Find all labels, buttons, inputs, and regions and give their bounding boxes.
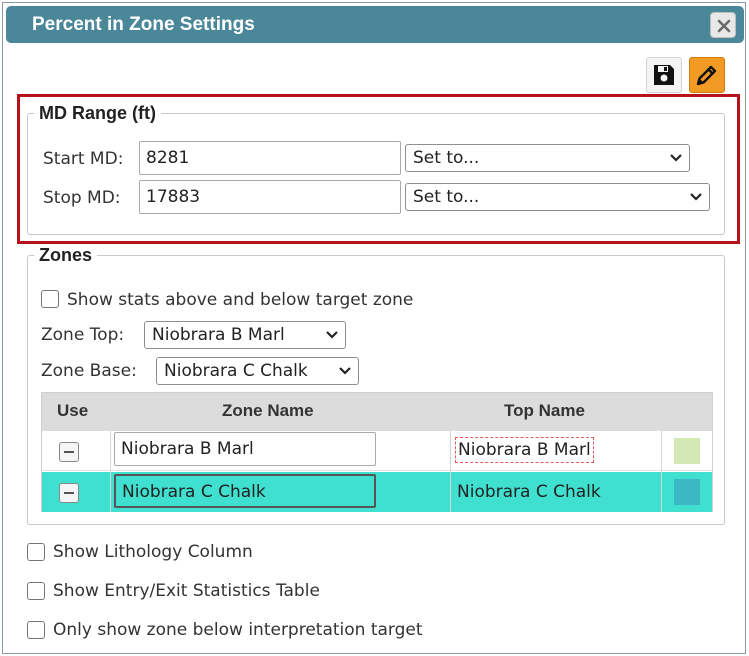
start-md-select-value: Set to...	[413, 148, 480, 168]
chevron-down-icon	[670, 154, 682, 162]
dialog-title: Percent in Zone Settings	[32, 14, 255, 35]
close-button[interactable]	[710, 12, 736, 38]
start-md-input[interactable]: 8281	[139, 141, 401, 175]
zone-base-select[interactable]: Niobrara C Chalk	[156, 357, 359, 385]
md-range-legend: MD Range (ft)	[39, 103, 156, 123]
remove-zone-button[interactable]	[59, 483, 79, 503]
zone-name-input[interactable]: Niobrara B Marl	[114, 432, 376, 466]
show-entry-exit-checkbox[interactable]	[27, 582, 45, 600]
header-zone-name: Zone Name	[222, 401, 314, 420]
chevron-down-icon	[690, 193, 702, 201]
show-lithology-checkbox[interactable]	[27, 543, 45, 561]
start-md-label: Start MD:	[43, 149, 124, 169]
column-divider	[661, 431, 662, 512]
zone-top-label: Zone Top:	[41, 325, 125, 345]
edit-button[interactable]	[689, 57, 725, 93]
column-divider	[110, 431, 111, 512]
only-below-target-checkbox[interactable]	[27, 621, 45, 639]
zone-top-select-value: Niobrara B Marl	[152, 325, 285, 345]
pencil-icon	[696, 65, 717, 86]
zone-name-input[interactable]: Niobrara C Chalk	[114, 474, 376, 508]
zone-color-swatch[interactable]	[674, 479, 700, 505]
column-divider	[450, 431, 451, 512]
settings-dialog: Percent in Zone Settings MD Range (ft) S…	[2, 2, 746, 654]
title-bar: Percent in Zone Settings	[6, 6, 744, 43]
table-header: Use Zone Name Top Name	[42, 393, 712, 431]
zones-table: Use Zone Name Top Name Niobrara B Marl N…	[41, 392, 713, 512]
only-below-target-label: Only show zone below interpretation targ…	[53, 620, 423, 640]
show-lithology-label: Show Lithology Column	[53, 542, 253, 562]
table-row[interactable]: Niobrara B Marl Niobrara B Marl	[42, 431, 712, 471]
zone-base-select-value: Niobrara C Chalk	[164, 361, 308, 381]
save-button[interactable]	[646, 57, 682, 93]
show-stats-checkbox[interactable]	[41, 290, 59, 308]
chevron-down-icon	[339, 367, 351, 375]
zones-legend: Zones	[39, 245, 93, 265]
zone-color-swatch[interactable]	[674, 438, 700, 464]
start-md-select[interactable]: Set to...	[405, 144, 690, 172]
stop-md-label: Stop MD:	[43, 188, 121, 208]
stop-md-input[interactable]: 17883	[139, 180, 401, 214]
stop-md-select-value: Set to...	[413, 187, 480, 207]
show-entry-exit-label: Show Entry/Exit Statistics Table	[53, 581, 320, 601]
zone-top-select[interactable]: Niobrara B Marl	[144, 321, 346, 349]
stop-md-select[interactable]: Set to...	[405, 183, 710, 211]
zone-base-label: Zone Base:	[41, 361, 137, 381]
show-stats-label: Show stats above and below target zone	[67, 290, 414, 310]
header-use: Use	[57, 401, 89, 420]
close-icon	[717, 19, 731, 33]
top-name-cell: Niobrara B Marl	[455, 437, 594, 463]
top-name-cell: Niobrara C Chalk	[457, 482, 601, 502]
header-top-name: Top Name	[504, 401, 585, 420]
remove-zone-button[interactable]	[59, 442, 79, 462]
floppy-disk-icon	[654, 65, 674, 85]
chevron-down-icon	[326, 331, 338, 339]
table-row[interactable]: Niobrara C Chalk Niobrara C Chalk	[42, 472, 712, 512]
